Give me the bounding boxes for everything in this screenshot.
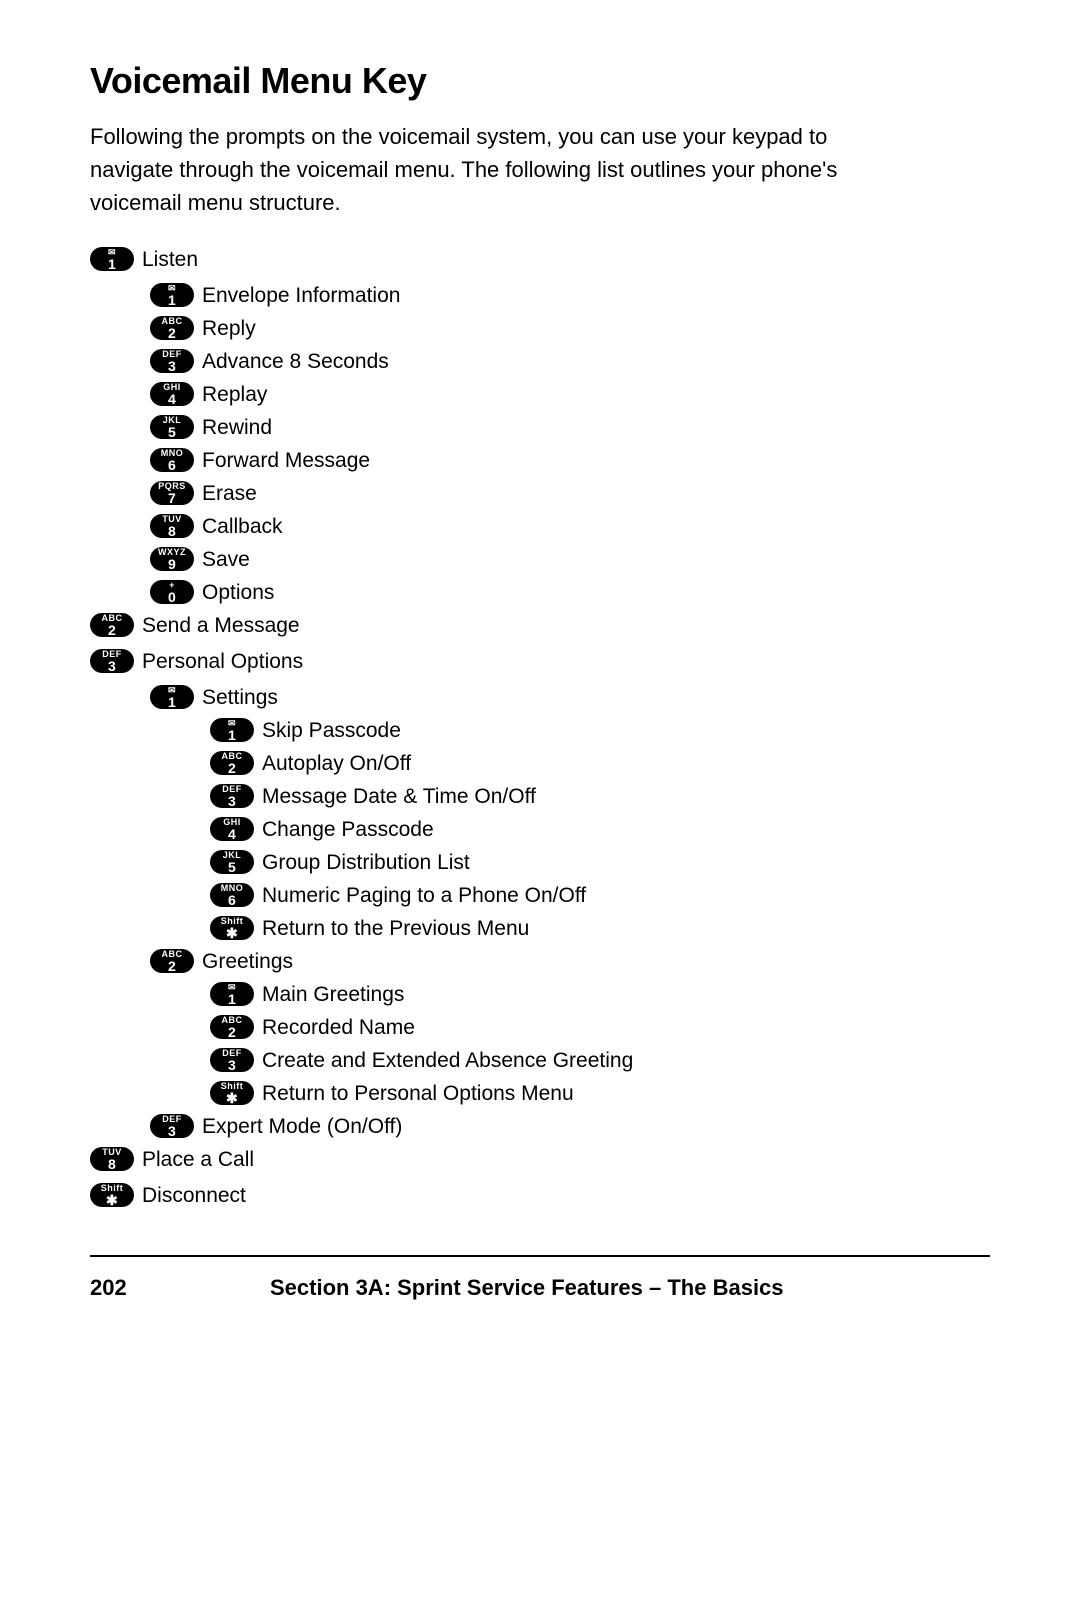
- menu-badge: JKL5: [150, 415, 194, 439]
- menu-badge: MNO6: [210, 883, 254, 907]
- menu-item-label: Settings: [202, 687, 278, 708]
- menu-item-label: Send a Message: [142, 615, 300, 636]
- menu-badge: Shift✱: [90, 1183, 134, 1207]
- menu-item: ✉1 Listen: [90, 247, 990, 271]
- menu-badge: TUV8: [150, 514, 194, 538]
- menu-item: Shift✱ Disconnect: [90, 1183, 990, 1207]
- menu-badge: DEF3: [150, 1114, 194, 1138]
- menu-item: ABC2 Send a Message: [90, 613, 990, 637]
- menu-badge: MNO6: [150, 448, 194, 472]
- menu-item-label: Replay: [202, 384, 267, 405]
- menu-item: ✉1 Settings: [150, 685, 990, 709]
- menu-item-label: Envelope Information: [202, 285, 400, 306]
- menu-item-label: Personal Options: [142, 651, 303, 672]
- menu-item: Shift✱ Return to the Previous Menu: [210, 916, 990, 940]
- menu-item-label: Skip Passcode: [262, 720, 401, 741]
- menu-item-label: Disconnect: [142, 1185, 246, 1206]
- footer: 202 Section 3A: Sprint Service Features …: [90, 1255, 990, 1301]
- menu-item-label: Numeric Paging to a Phone On/Off: [262, 885, 586, 906]
- menu-badge: ABC2: [150, 949, 194, 973]
- footer-page-number: 202: [90, 1275, 190, 1301]
- menu-item-label: Return to the Previous Menu: [262, 918, 529, 939]
- menu-item-label: Expert Mode (On/Off): [202, 1116, 402, 1137]
- menu-item: ABC2 Autoplay On/Off: [210, 751, 990, 775]
- menu-item-label: Rewind: [202, 417, 272, 438]
- menu-item: GHI4 Replay: [150, 382, 990, 406]
- menu-item: ABC2 Reply: [150, 316, 990, 340]
- page-title: Voicemail Menu Key: [90, 60, 990, 102]
- menu-item-label: Reply: [202, 318, 256, 339]
- footer-section-text: Section 3A: Sprint Service Features – Th…: [270, 1275, 784, 1301]
- menu-item-label: Save: [202, 549, 250, 570]
- menu-item: WXYZ9 Save: [150, 547, 990, 571]
- menu-tree: ✉1 Listen ✉1 Envelope Information ABC2 Reply D…: [90, 247, 990, 1207]
- menu-item: ✉1 Main Greetings: [210, 982, 990, 1006]
- menu-item-label: Place a Call: [142, 1149, 254, 1170]
- menu-badge: ✉1: [150, 685, 194, 709]
- menu-item: JKL5 Rewind: [150, 415, 990, 439]
- menu-item-label: Change Passcode: [262, 819, 434, 840]
- menu-item: TUV8 Callback: [150, 514, 990, 538]
- menu-item-label: Create and Extended Absence Greeting: [262, 1050, 633, 1071]
- menu-item-label: Forward Message: [202, 450, 370, 471]
- menu-item: TUV8 Place a Call: [90, 1147, 990, 1171]
- intro-text: Following the prompts on the voicemail s…: [90, 120, 910, 219]
- menu-badge: TUV8: [90, 1147, 134, 1171]
- menu-item: Shift✱ Return to Personal Options Menu: [210, 1081, 990, 1105]
- menu-badge: ✉1: [90, 247, 134, 271]
- menu-item-label: Options: [202, 582, 274, 603]
- menu-item: PQRS7 Erase: [150, 481, 990, 505]
- menu-item-label: Recorded Name: [262, 1017, 415, 1038]
- menu-item-label: Return to Personal Options Menu: [262, 1083, 574, 1104]
- menu-badge: DEF3: [150, 349, 194, 373]
- menu-item: + 0 Options: [150, 580, 990, 604]
- menu-badge: ✉1: [210, 982, 254, 1006]
- menu-badge: GHI4: [150, 382, 194, 406]
- menu-item-label: Message Date & Time On/Off: [262, 786, 536, 807]
- menu-item-label: Main Greetings: [262, 984, 404, 1005]
- menu-item: DEF3 Message Date & Time On/Off: [210, 784, 990, 808]
- menu-badge: DEF3: [210, 784, 254, 808]
- menu-item-label: Advance 8 Seconds: [202, 351, 389, 372]
- menu-badge: ABC2: [90, 613, 134, 637]
- menu-badge: + 0: [150, 580, 194, 604]
- menu-item: DEF3 Personal Options: [90, 649, 990, 673]
- menu-item-label: Callback: [202, 516, 283, 537]
- menu-item: ✉1 Envelope Information: [150, 283, 990, 307]
- menu-item: DEF3 Create and Extended Absence Greeting: [210, 1048, 990, 1072]
- menu-item-label: Autoplay On/Off: [262, 753, 411, 774]
- menu-badge: Shift✱: [210, 916, 254, 940]
- menu-item-label: Greetings: [202, 951, 293, 972]
- menu-item-label: Group Distribution List: [262, 852, 470, 873]
- menu-badge: PQRS7: [150, 481, 194, 505]
- menu-item-label: Listen: [142, 249, 198, 270]
- menu-badge: ✉1: [210, 718, 254, 742]
- menu-badge: GHI4: [210, 817, 254, 841]
- menu-item: DEF3 Advance 8 Seconds: [150, 349, 990, 373]
- menu-badge: ✉1: [150, 283, 194, 307]
- menu-badge: Shift✱: [210, 1081, 254, 1105]
- menu-item: MNO6 Numeric Paging to a Phone On/Off: [210, 883, 990, 907]
- menu-badge: ABC2: [210, 1015, 254, 1039]
- menu-badge: JKL5: [210, 850, 254, 874]
- menu-item: ABC2 Recorded Name: [210, 1015, 990, 1039]
- menu-item: DEF3 Expert Mode (On/Off): [150, 1114, 990, 1138]
- menu-item-label: Erase: [202, 483, 257, 504]
- menu-item: ABC2 Greetings: [150, 949, 990, 973]
- menu-item: ✉1 Skip Passcode: [210, 718, 990, 742]
- menu-badge: WXYZ9: [150, 547, 194, 571]
- menu-badge: DEF3: [210, 1048, 254, 1072]
- menu-badge: ABC2: [210, 751, 254, 775]
- menu-item: MNO6 Forward Message: [150, 448, 990, 472]
- menu-badge: DEF3: [90, 649, 134, 673]
- menu-item: JKL5 Group Distribution List: [210, 850, 990, 874]
- menu-badge: ABC2: [150, 316, 194, 340]
- menu-item: GHI4 Change Passcode: [210, 817, 990, 841]
